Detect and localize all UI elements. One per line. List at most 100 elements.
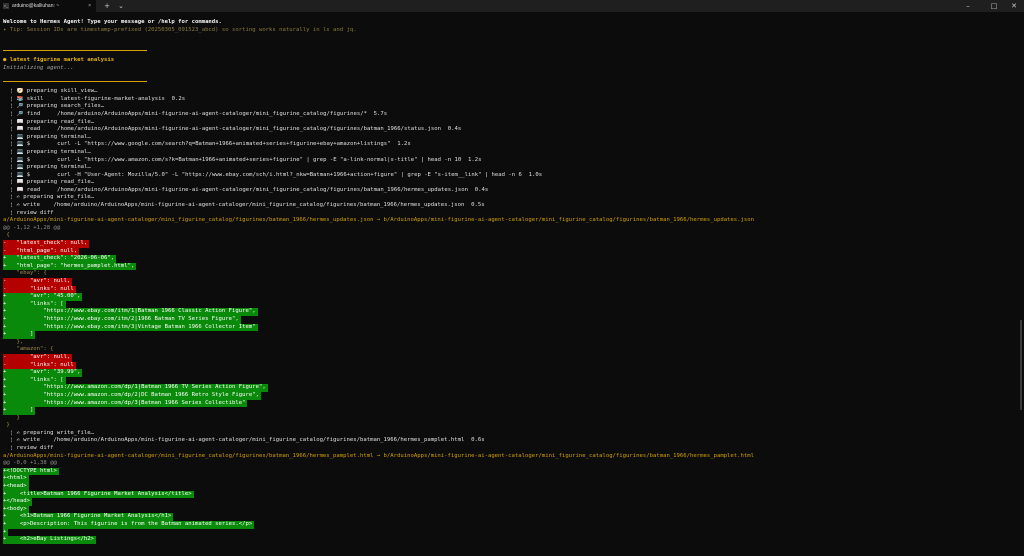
diff-added-text: + "latest_check": "2026-06-06", [3,255,117,263]
tab-dropdown-button[interactable]: ⌄ [116,0,126,12]
separator-rule [3,81,147,88]
activity-line: ┊ review diff [3,209,54,216]
diff-line: - "links": null [3,285,1017,294]
activity-line: ┊ 💻 $ curl -L "https://www.google.com/se… [3,141,411,148]
diff-line: - "avr": null, [3,353,1017,362]
diff-context-text: } [3,422,10,429]
diff-added-text: + "https://www.ebay.com/itm/1|Batman 196… [3,308,258,316]
diff-line: "ebay": { [3,270,1017,278]
prompt-text: ● latest figurine market analysis [3,57,115,64]
diff-removed-text: - "links": null [3,361,76,370]
activity-line: ┊ 💻 $ curl -L "https://www.amazon.com/s?… [3,156,482,163]
activity-line: ┊ ✍ preparing write_file… [3,429,94,436]
diff-context-text: } [3,414,20,421]
diff-line: +</head> [3,498,1017,506]
diff-added-text: +<html> [3,475,29,484]
diff-line: }, [3,339,1017,347]
activity-line: ┊ 📚 skill latest-figurine-market-analysi… [3,95,186,102]
diff-line: - "html_page": null, [3,247,1017,256]
title-bar: >_ arduino@kalliuhan: ~ × + ⌄ – □ ✕ [0,0,1024,12]
diff-line: + "https://www.ebay.com/itm/2|1966 Batma… [3,315,1017,324]
diff-file-header: a/ArduinoApps/mini-figurine-ai-agent-cat… [3,217,755,224]
diff-added-text: +<head> [3,483,29,491]
diff-removed-text: - "avr": null, [3,278,73,286]
activity-line: ┊ 🔎 preparing search_files… [3,103,105,110]
diff-line: +<html> [3,475,1017,484]
diff-line: +<body> [3,505,1017,514]
diff-file-header: a/ArduinoApps/mini-figurine-ai-agent-cat… [3,452,755,459]
activity-line: ┊ 💻 preparing terminal… [3,164,91,171]
activity-line: ┊ 📖 preparing read_file… [3,179,95,186]
diff-added-text: + "https://www.amazon.com/dp/2|DC Batman… [3,391,261,400]
diff-added-text: + "html_page": "hermes_pamplet.html", [3,262,137,271]
diff-added-text: + "avr": "39.99", [3,369,83,377]
diff-context-text: "amazon": { [3,346,54,353]
activity-line: ┊ 📖 preparing read_file… [3,118,95,125]
activity-line: ┊ 📖 read /home/arduino/ArduinoApps/mini-… [3,126,462,133]
activity-line: ┊ 💻 preparing terminal… [3,148,91,155]
activity-line: ┊ 🔎 find /home/arduino/ArduinoApps/mini-… [3,110,388,117]
activity-line: ┊ review diff [3,445,54,452]
scrollbar-thumb[interactable] [1020,320,1022,410]
diff-line: - "latest_check": null, [3,240,1017,248]
diff-line: +<head> [3,483,1017,491]
diff-line: + "https://www.amazon.com/dp/1|Batman 19… [3,384,1017,392]
diff-line: + <h2>eBay Listings</h2> [3,536,1017,544]
diff-line: + "https://www.ebay.com/itm/1|Batman 196… [3,308,1017,316]
activity-line: ┊ ✍ write /home/arduino/ArduinoApps/mini… [3,437,485,444]
diff-hunk-header: @@ -1,12 +1,28 @@ [3,224,61,231]
maximize-button[interactable]: □ [984,0,1004,12]
diff-line: + "https://www.amazon.com/dp/3|Batman 19… [3,399,1017,408]
diff-line: + "avr": "39.99", [3,369,1017,377]
close-tab-icon[interactable]: × [88,0,91,12]
close-window-button[interactable]: ✕ [1004,0,1024,12]
diff-context-text: "ebay": { [3,270,47,277]
tool-activity-log: ┊ 🧭 preparing skill_view… ┊ 📚 skill late… [3,88,1017,217]
diff-line: + "html_page": "hermes_pamplet.html", [3,262,1017,271]
diff-added-text: + "links": [ [3,376,66,385]
activity-line: ┊ 📖 read /home/arduino/ArduinoApps/mini-… [3,186,489,193]
minimize-button[interactable]: – [958,0,978,12]
new-tab-button[interactable]: + [102,0,112,12]
diff-line: } [3,415,1017,423]
diff-line: } [3,422,1017,430]
diff-added-text: + "https://www.ebay.com/itm/3|Vintage Ba… [3,323,258,332]
activity-line: ┊ 💻 preparing terminal… [3,133,91,140]
separator-rule [3,50,147,57]
diff-added-text: +</head> [3,498,32,506]
diff-removed-text: - "links": null [3,285,76,294]
activity-line: ┊ 🧭 preparing skill_view… [3,88,98,95]
diff-line: - "links": null [3,361,1017,370]
diff-removed-text: - "html_page": null, [3,247,80,256]
diff-removed-text: - "latest_check": null, [3,240,90,248]
diff-line: + <h1>Batman 1966 Figurine Market Analys… [3,513,1017,521]
diff-added-text: + "links": [ [3,300,66,309]
diff-line: + ] [3,331,1017,339]
diff-line: - "avr": null, [3,278,1017,286]
diff-line: + <p>Description: This figurine is from … [3,521,1017,529]
diff-added-text: + "https://www.amazon.com/dp/1|Batman 19… [3,384,268,392]
diff-added-text: +<!DOCTYPE html> [3,467,59,476]
initializing-line: Initializing agent... [3,64,74,71]
diff-added-text: + "https://www.ebay.com/itm/2|1966 Batma… [3,315,241,324]
terminal-tab[interactable]: >_ arduino@kalliuhan: ~ × [0,0,96,12]
diff-added-text: + ] [3,331,36,339]
welcome-line: Welcome to Hermes Agent! Type your messa… [3,19,222,25]
diff-added-text: + ] [3,407,36,415]
diff-added-text: +<body> [3,505,29,514]
diff-added-text: + "https://www.amazon.com/dp/3|Batman 19… [3,399,248,408]
diff-line: + [3,528,1017,537]
diff-line: +<!DOCTYPE html> [3,467,1017,476]
terminal-output[interactable]: Welcome to Hermes Agent! Type your messa… [3,19,1017,554]
diff-body: {- "latest_check": null, - "html_page": n… [3,232,1017,429]
diff-added-text: + "avr": "45.00", [3,293,83,301]
diff-line: + "links": [ [3,376,1017,385]
diff-removed-text: - "avr": null, [3,353,73,362]
tool-activity-log: ┊ ✍ preparing write_file… ┊ ✍ write /hom… [3,430,1017,453]
tip-line: ✦ Tip: Session IDs are timestamp-prefixe… [3,26,357,33]
diff-hunk-header: @@ -0,0 +1,38 @@ [3,460,57,467]
activity-line: ┊ ✍ write /home/arduino/ArduinoApps/mini… [3,202,485,209]
tab-title: arduino@kalliuhan: ~ [12,3,60,9]
